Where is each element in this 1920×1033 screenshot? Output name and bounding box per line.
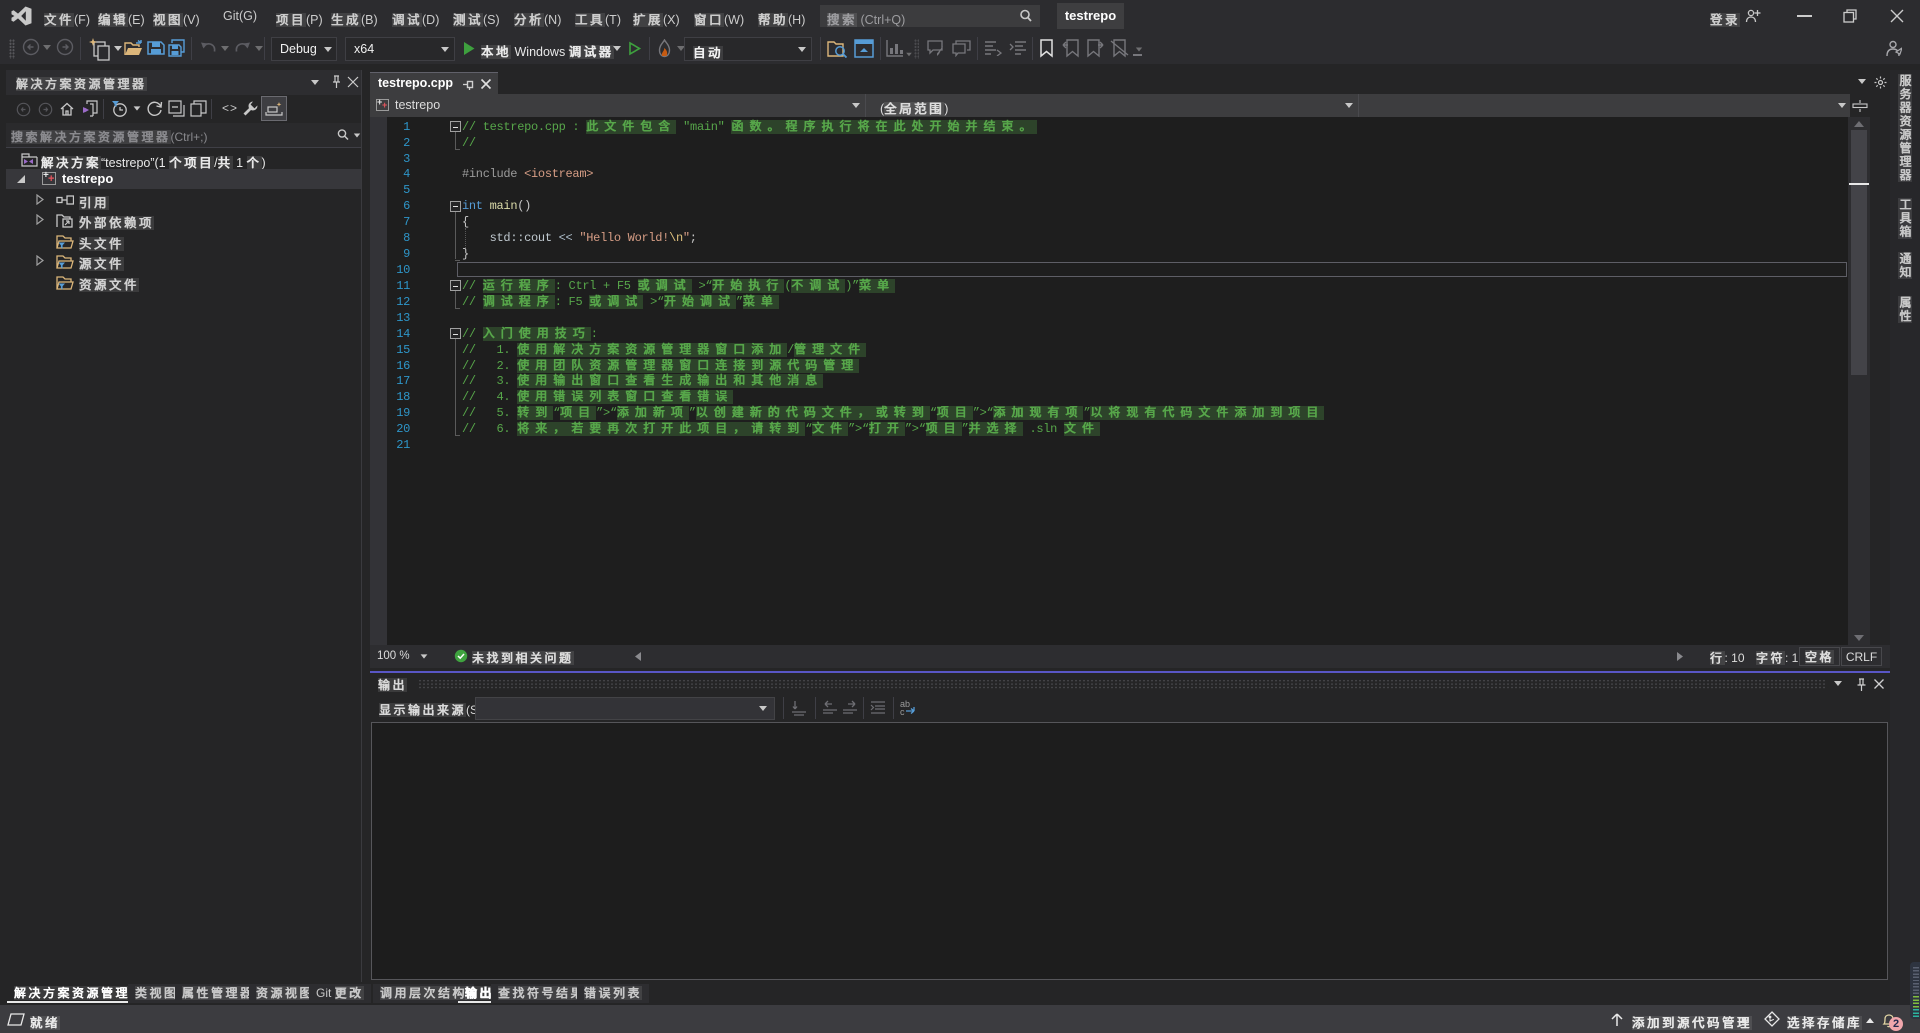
svg-text:c: c: [900, 707, 905, 716]
